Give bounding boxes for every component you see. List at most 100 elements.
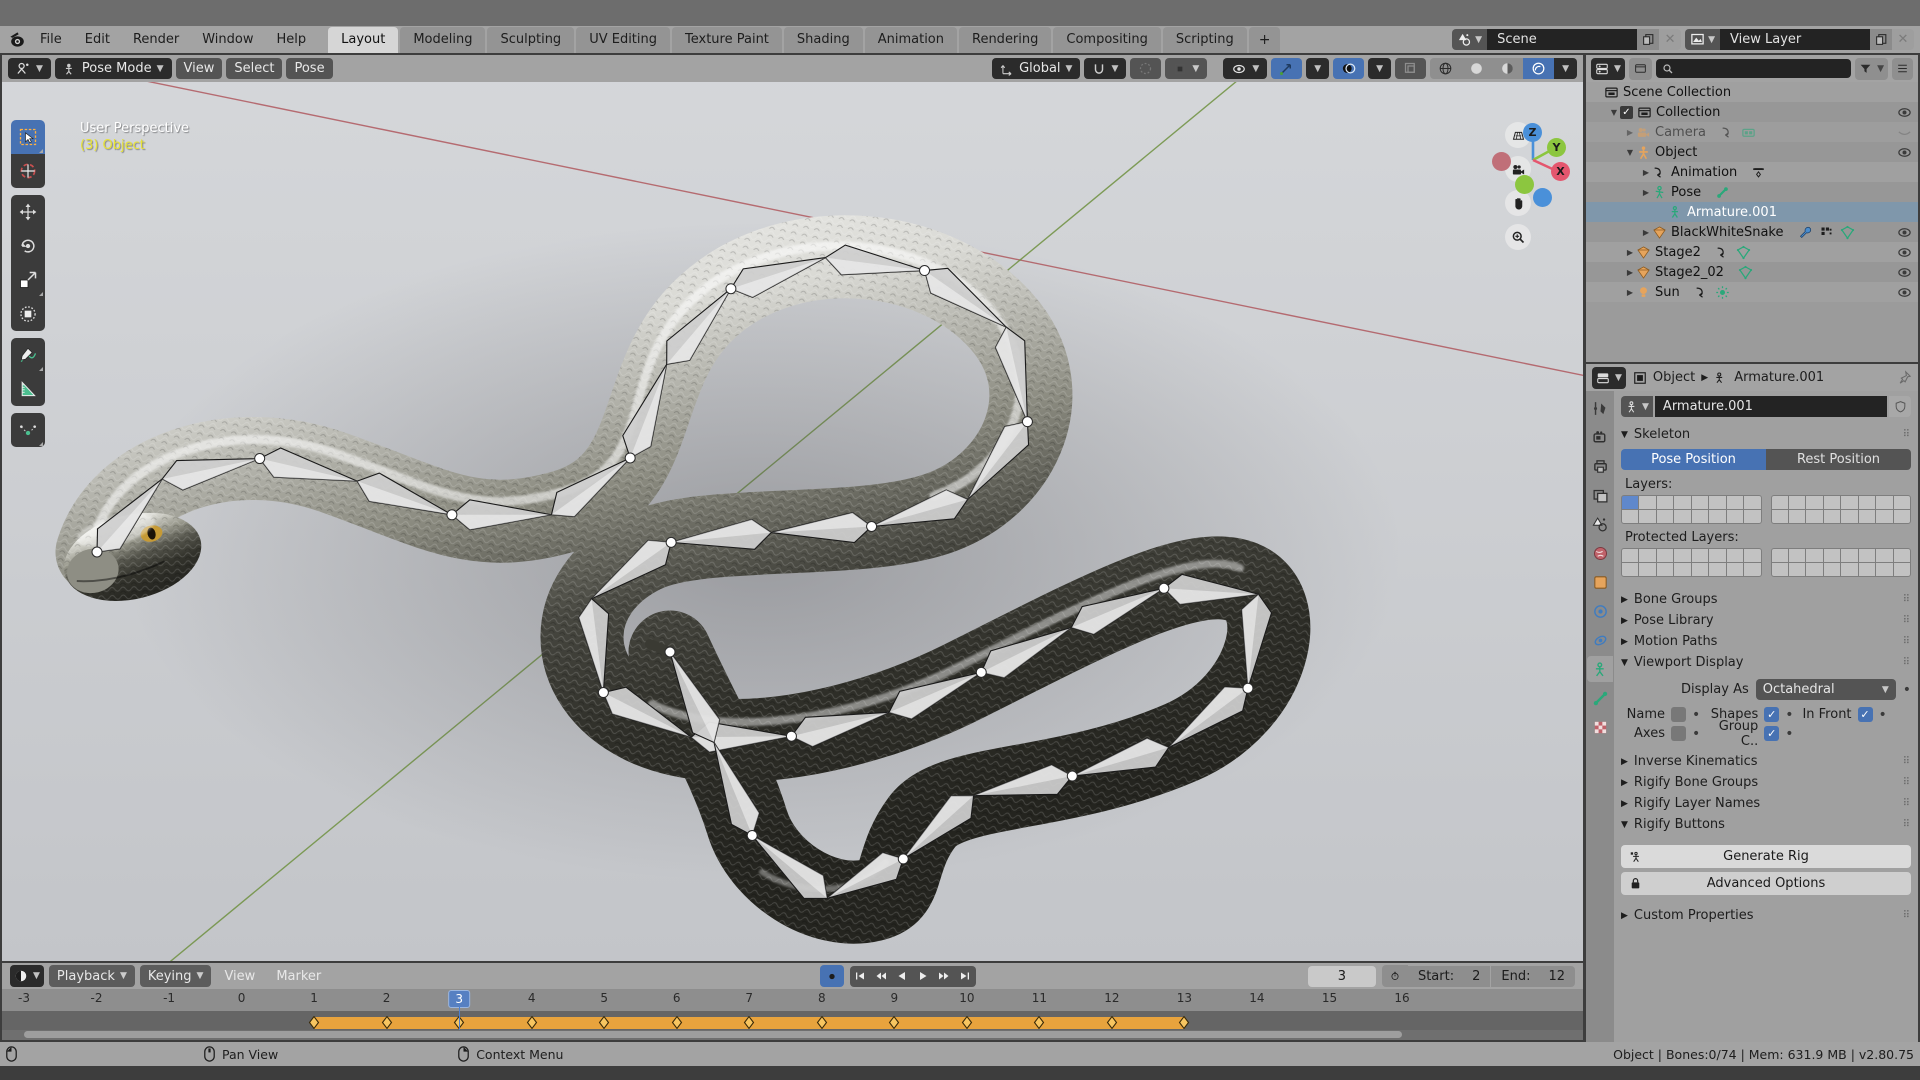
frame-end-field[interactable]: End: 12: [1491, 965, 1575, 987]
disclosure-triangle-right-icon[interactable]: ▶: [1640, 228, 1652, 237]
breakdowner-tool[interactable]: [11, 413, 45, 447]
layer-cell[interactable]: [1691, 496, 1709, 509]
viewport-axis-gizmo[interactable]: Z Y X: [1492, 120, 1573, 207]
disclosure-triangle-right-icon[interactable]: ▶: [1624, 268, 1636, 277]
name-checkbox[interactable]: [1671, 707, 1686, 722]
armature-bones[interactable]: [2, 82, 1583, 961]
bone-joint[interactable]: [785, 730, 797, 742]
layer-cell[interactable]: [1744, 563, 1761, 576]
play-reverse-button[interactable]: [892, 966, 913, 987]
layer-cell[interactable]: [1674, 510, 1691, 523]
particles-tab[interactable]: [1587, 627, 1613, 653]
jump-start-button[interactable]: [850, 966, 871, 987]
layer-cell[interactable]: [1622, 563, 1639, 576]
menu-help[interactable]: Help: [266, 29, 318, 50]
layer-cell[interactable]: [1876, 510, 1893, 523]
view-layer-duplicate-icon[interactable]: [1870, 29, 1892, 50]
layer-cell[interactable]: [1876, 563, 1893, 576]
animate-dot-icon[interactable]: •: [1785, 727, 1793, 741]
visibility-eye-icon[interactable]: [1897, 265, 1912, 280]
view-layer-name-value[interactable]: View Layer: [1720, 29, 1870, 50]
outliner-editor[interactable]: ▼ ▼ Scene Collection ▼ ✓ Collection ▶ Camera ▼…: [1586, 55, 1918, 362]
layer-cell[interactable]: [1744, 549, 1761, 562]
layer-cell[interactable]: [1709, 563, 1726, 576]
shading-dropdown[interactable]: ▼: [1554, 58, 1577, 79]
visibility-eye-icon[interactable]: [1897, 225, 1912, 240]
layer-cell[interactable]: [1771, 563, 1788, 576]
keyframe-marker[interactable]: [1034, 1016, 1045, 1029]
layer-cell[interactable]: [1726, 563, 1744, 576]
armature-name-value[interactable]: Armature.001: [1654, 396, 1887, 417]
tab-sculpting[interactable]: Sculpting: [487, 27, 575, 53]
layer-cell[interactable]: [1771, 510, 1788, 523]
outliner-row-object[interactable]: ▼ Object: [1586, 142, 1918, 162]
outliner-row-blackwhitesnake[interactable]: ▶ BlackWhiteSnake: [1586, 222, 1918, 242]
bone-joint[interactable]: [1242, 682, 1254, 694]
layer-cell[interactable]: [1726, 510, 1744, 523]
play-button[interactable]: [913, 966, 934, 987]
panel-rigify-buttons[interactable]: ▼ Rigify Buttons ⠿: [1621, 814, 1911, 835]
disclosure-triangle-down-icon[interactable]: ▼: [1624, 148, 1636, 157]
panel-rigify-layer-names[interactable]: ▶ Rigify Layer Names ⠿: [1621, 793, 1911, 814]
layer-cell[interactable]: [1622, 549, 1639, 562]
layer-cell[interactable]: [1893, 510, 1910, 523]
overlays-dropdown[interactable]: ▼: [1368, 58, 1392, 79]
menu-window[interactable]: Window: [191, 29, 264, 50]
scrollbar-thumb[interactable]: [24, 1031, 1402, 1038]
pin-icon[interactable]: [1897, 370, 1912, 385]
protected-layers-grid-primary[interactable]: [1621, 548, 1762, 577]
breadcrumb-armature[interactable]: Armature.001: [1734, 370, 1824, 385]
bone-tab[interactable]: [1587, 685, 1613, 711]
viewport-menu-view[interactable]: View: [175, 58, 223, 79]
keyframe-marker[interactable]: [744, 1016, 755, 1029]
layer-cell[interactable]: [1806, 563, 1823, 576]
panel-inverse-kinematics[interactable]: ▶ Inverse Kinematics ⠿: [1621, 751, 1911, 772]
timeline-menu-marker[interactable]: Marker: [268, 965, 329, 987]
outliner-settings-icon[interactable]: [1892, 57, 1913, 80]
view-layer-unlink-icon[interactable]: ✕: [1892, 29, 1914, 50]
bone-joint[interactable]: [1021, 416, 1033, 428]
stopwatch-icon[interactable]: [1381, 965, 1408, 987]
layer-cell[interactable]: [1691, 563, 1709, 576]
layer-cell[interactable]: [1806, 510, 1823, 523]
generate-rig-button[interactable]: Generate Rig: [1621, 845, 1911, 868]
outliner-row-armature-001[interactable]: Armature.001: [1586, 202, 1918, 222]
layer-cell[interactable]: [1823, 496, 1841, 509]
modifiers-tab[interactable]: [1587, 598, 1613, 624]
layer-cell[interactable]: [1876, 496, 1893, 509]
layer-cell[interactable]: [1806, 496, 1823, 509]
scene-name-value[interactable]: Scene: [1487, 29, 1638, 50]
outliner-row-animation[interactable]: ▶ Animation: [1586, 162, 1918, 182]
keyframe-marker[interactable]: [526, 1016, 537, 1029]
panel-viewport-display[interactable]: ▼ Viewport Display ⠿: [1621, 652, 1911, 673]
xray-toggle[interactable]: [1395, 58, 1427, 79]
layer-cell[interactable]: [1788, 510, 1806, 523]
timeline-editor-icon[interactable]: ▼: [10, 965, 44, 987]
frame-start-field[interactable]: Start: 2: [1407, 965, 1491, 987]
layer-cell[interactable]: [1823, 510, 1841, 523]
add-workspace-button[interactable]: +: [1248, 27, 1281, 53]
bone-joint[interactable]: [1066, 770, 1078, 782]
layer-cell[interactable]: [1674, 563, 1691, 576]
keyframe-marker[interactable]: [1179, 1016, 1190, 1029]
output-tab[interactable]: [1587, 453, 1613, 479]
timeline-menu-keying[interactable]: Keying ▼: [139, 965, 212, 987]
view-layer-tab[interactable]: [1587, 482, 1613, 508]
layer-cell[interactable]: [1744, 510, 1761, 523]
outliner-row-scene-collection[interactable]: Scene Collection: [1586, 82, 1918, 102]
layer-cell[interactable]: [1726, 549, 1744, 562]
layer-cell[interactable]: [1841, 510, 1858, 523]
scene-icon[interactable]: ▼: [1452, 29, 1488, 50]
disclosure-triangle-right-icon[interactable]: ▶: [1624, 288, 1636, 297]
gizmo-axis-y[interactable]: Y: [1547, 138, 1566, 157]
layer-cell[interactable]: [1639, 549, 1656, 562]
bone-joint[interactable]: [746, 829, 758, 841]
panel-rigify-bone-groups[interactable]: ▶ Rigify Bone Groups ⠿: [1621, 772, 1911, 793]
tab-texture-paint[interactable]: Texture Paint: [672, 27, 782, 53]
layer-cell[interactable]: [1639, 563, 1656, 576]
group-colors-checkbox[interactable]: ✓: [1764, 726, 1780, 741]
visibility-eye-icon[interactable]: [1897, 145, 1912, 160]
auto-keying-record-button[interactable]: [819, 965, 844, 987]
outliner-display-mode-icon[interactable]: ▼: [1591, 57, 1625, 80]
layers-grid-primary[interactable]: [1621, 495, 1762, 524]
